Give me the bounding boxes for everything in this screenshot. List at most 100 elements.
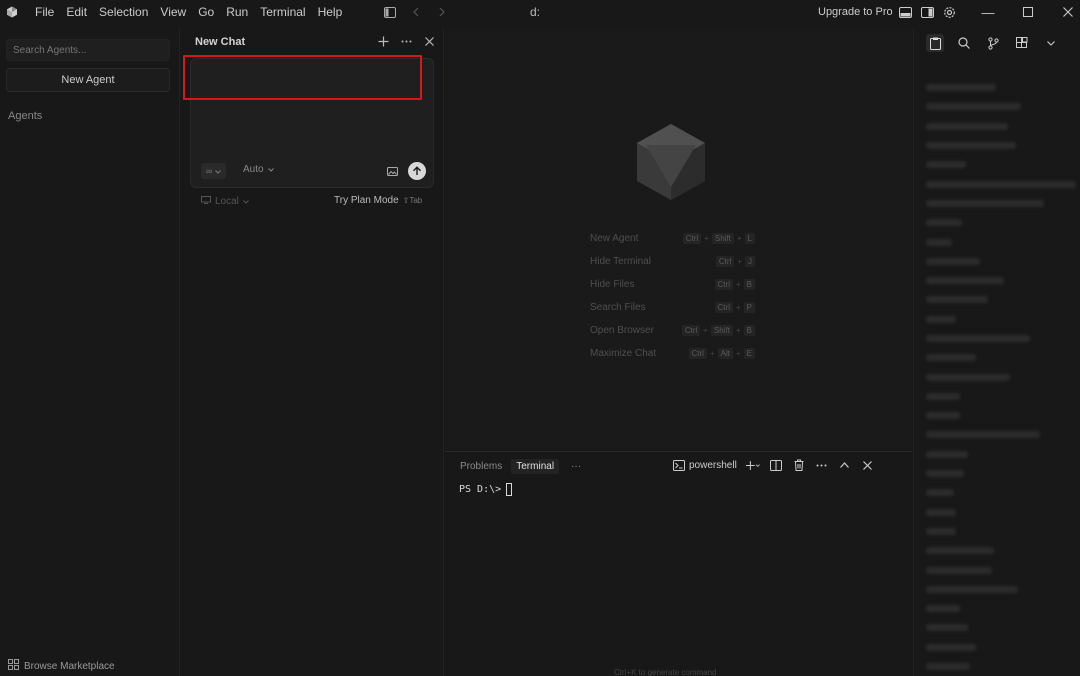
shell-selector[interactable]: powershell <box>673 459 737 471</box>
key-cap: P <box>743 302 755 313</box>
menu-selection[interactable]: Selection <box>93 0 154 24</box>
maximize-panel-chevron-up-icon[interactable] <box>838 458 852 472</box>
file-tree-item[interactable] <box>926 271 1076 290</box>
terminal-more-icon[interactable] <box>815 458 829 472</box>
key-cap: Alt <box>717 348 733 359</box>
file-tree-item[interactable] <box>926 367 1076 386</box>
source-control-icon[interactable] <box>984 34 1002 52</box>
extensions-icon[interactable] <box>1013 34 1031 52</box>
menu-edit[interactable]: Edit <box>60 0 93 24</box>
file-tree-item[interactable] <box>926 348 1076 367</box>
menu-run[interactable]: Run <box>220 0 254 24</box>
key-separator: + <box>735 349 741 358</box>
window-title: d: <box>530 5 541 19</box>
agents-sidebar: New Agent Agents Browse Marketplace <box>0 28 180 676</box>
trash-icon[interactable] <box>792 458 806 472</box>
file-tree-item[interactable] <box>926 232 1076 251</box>
file-tree-item[interactable] <box>926 252 1076 271</box>
model-selector[interactable]: ∞ <box>201 163 227 179</box>
new-chat-plus-icon[interactable] <box>377 34 389 48</box>
agents-section-label: Agents <box>8 110 43 122</box>
menu-terminal[interactable]: Terminal <box>254 0 311 24</box>
new-terminal-plus-icon[interactable] <box>745 458 760 472</box>
file-tree-item[interactable] <box>926 618 1076 637</box>
file-tree-item[interactable] <box>926 97 1076 116</box>
file-tree-item[interactable] <box>926 445 1076 464</box>
auto-mode-selector[interactable]: Auto <box>243 164 274 175</box>
menu-go[interactable]: Go <box>192 0 220 24</box>
toggle-sidebar-icon[interactable] <box>383 5 397 19</box>
tab-terminal[interactable]: Terminal <box>511 459 560 474</box>
file-tree-item[interactable] <box>926 638 1076 657</box>
new-agent-button[interactable]: New Agent <box>6 68 170 92</box>
chevron-down-icon[interactable] <box>1042 34 1060 52</box>
chat-input[interactable] <box>195 62 405 92</box>
file-tree-item[interactable] <box>926 406 1076 425</box>
terminal-cursor <box>506 483 513 496</box>
close-chat-icon[interactable] <box>423 34 435 48</box>
files-clipboard-icon[interactable] <box>926 34 944 52</box>
file-tree-item[interactable] <box>926 174 1076 193</box>
file-tree-item[interactable] <box>926 464 1076 483</box>
layout-controls <box>897 0 957 24</box>
toggle-secondary-sidebar-icon[interactable] <box>919 4 935 20</box>
split-terminal-icon[interactable] <box>769 458 783 472</box>
file-tree-item[interactable] <box>926 503 1076 522</box>
file-tree-item[interactable] <box>926 541 1076 560</box>
explorer-sidebar <box>913 28 1080 676</box>
shortcut-list: New Agent Ctrl + Shift + L Hide Terminal Ctrl + J… <box>590 227 755 365</box>
panel-tabs: Problems Terminal ··· <box>455 459 581 474</box>
search-agents-input[interactable] <box>6 39 170 61</box>
file-tree-item[interactable] <box>926 117 1076 136</box>
file-tree-item[interactable] <box>926 310 1076 329</box>
chat-more-icon[interactable] <box>400 34 412 48</box>
close-panel-icon[interactable] <box>861 458 875 472</box>
local-env-selector[interactable]: Local <box>201 196 249 207</box>
chevron-down-icon <box>267 164 274 175</box>
menu-bar: File Edit Selection View Go Run Terminal Help <box>29 0 348 24</box>
menu-view[interactable]: View <box>154 0 192 24</box>
panel-more-icon[interactable]: ··· <box>571 461 581 472</box>
terminal-output[interactable]: PS D:\> <box>459 483 513 496</box>
key-separator: + <box>736 234 742 243</box>
file-tree-item[interactable] <box>926 387 1076 406</box>
file-tree-item[interactable] <box>926 657 1076 676</box>
window-controls: — <box>968 0 1080 24</box>
menu-file[interactable]: File <box>29 0 60 24</box>
file-tree-item[interactable] <box>926 136 1076 155</box>
minimize-icon[interactable]: — <box>968 0 1008 24</box>
toggle-panel-icon[interactable] <box>897 4 913 20</box>
browse-marketplace-link[interactable]: Browse Marketplace <box>8 659 115 673</box>
file-tree-item[interactable] <box>926 78 1076 97</box>
file-tree-item[interactable] <box>926 425 1076 444</box>
key-cap: B <box>743 279 755 290</box>
menu-help[interactable]: Help <box>312 0 349 24</box>
upgrade-to-pro-link[interactable]: Upgrade to Pro <box>818 0 893 24</box>
file-tree-item[interactable] <box>926 329 1076 348</box>
settings-gear-icon[interactable] <box>941 4 957 20</box>
file-tree-item[interactable] <box>926 599 1076 618</box>
marketplace-icon <box>8 659 19 673</box>
tab-problems[interactable]: Problems <box>455 459 507 474</box>
maximize-icon[interactable] <box>1008 0 1048 24</box>
shortcut-row: Maximize Chat Ctrl + Alt + E <box>590 342 755 365</box>
file-tree-item[interactable] <box>926 483 1076 502</box>
file-tree-item[interactable] <box>926 560 1076 579</box>
file-tree-item[interactable] <box>926 194 1076 213</box>
terminal-panel: Problems Terminal ··· powershell PS D:\> <box>445 451 912 676</box>
arrow-up-icon <box>413 166 421 175</box>
attach-image-icon[interactable] <box>386 165 398 177</box>
back-icon[interactable] <box>409 5 423 19</box>
key-cap: Shift <box>711 233 734 244</box>
plan-mode-toggle[interactable]: Try Plan Mode ⇧Tab <box>334 195 422 206</box>
file-tree-item[interactable] <box>926 155 1076 174</box>
file-tree-item[interactable] <box>926 213 1076 232</box>
close-window-icon[interactable] <box>1048 0 1080 24</box>
file-tree-item[interactable] <box>926 290 1076 309</box>
send-button[interactable] <box>408 162 426 180</box>
forward-icon[interactable] <box>435 5 449 19</box>
file-tree-item[interactable] <box>926 522 1076 541</box>
search-icon[interactable] <box>955 34 973 52</box>
key-separator: + <box>703 326 708 335</box>
file-tree-item[interactable] <box>926 580 1076 599</box>
